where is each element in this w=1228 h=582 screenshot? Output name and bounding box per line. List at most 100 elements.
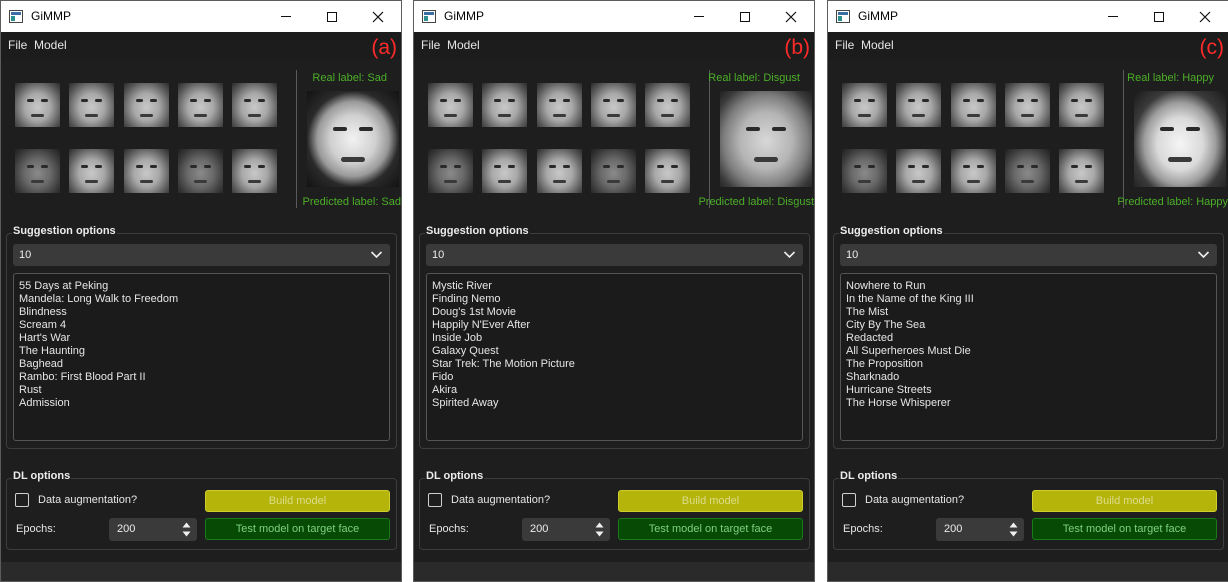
list-item[interactable]: The Mist <box>846 306 1216 319</box>
list-item[interactable]: Happily N'Ever After <box>432 319 802 332</box>
face-thumbnail[interactable] <box>842 83 887 127</box>
list-item[interactable]: Blindness <box>19 306 389 319</box>
menu-file[interactable]: File <box>835 38 854 52</box>
list-item[interactable]: The Horse Whisperer <box>846 397 1216 410</box>
face-thumbnail[interactable] <box>124 149 169 193</box>
list-item[interactable]: Galaxy Quest <box>432 345 802 358</box>
list-item[interactable]: Redacted <box>846 332 1216 345</box>
spin-down-icon[interactable] <box>1009 531 1018 537</box>
face-thumbnail[interactable] <box>15 83 60 127</box>
list-item[interactable]: Rust <box>19 384 389 397</box>
list-item[interactable]: The Haunting <box>19 345 389 358</box>
list-item[interactable]: Nowhere to Run <box>846 280 1216 293</box>
list-item[interactable]: The Proposition <box>846 358 1216 371</box>
list-item[interactable]: Finding Nemo <box>432 293 802 306</box>
face-thumbnail[interactable] <box>15 149 60 193</box>
face-thumbnail[interactable] <box>951 149 996 193</box>
face-thumbnail[interactable] <box>1059 83 1104 127</box>
face-thumbnail[interactable] <box>645 83 690 127</box>
close-button[interactable] <box>355 1 401 32</box>
maximize-button[interactable] <box>722 1 768 32</box>
face-thumbnail[interactable] <box>428 83 473 127</box>
face-thumbnail[interactable] <box>482 83 527 127</box>
face-thumbnail[interactable] <box>1005 149 1050 193</box>
test-model-button[interactable]: Test model on target face <box>205 518 390 540</box>
dropdown-value: 10 <box>846 249 859 261</box>
list-item[interactable]: Mystic River <box>432 280 802 293</box>
list-item[interactable]: 55 Days at Peking <box>19 280 389 293</box>
spin-up-icon[interactable] <box>1009 522 1018 528</box>
face-thumbnail[interactable] <box>591 83 636 127</box>
menu-model[interactable]: Model <box>447 38 480 52</box>
epochs-spinbox[interactable]: 200 <box>522 518 610 541</box>
face-thumbnail[interactable] <box>951 83 996 127</box>
maximize-button[interactable] <box>309 1 355 32</box>
list-item[interactable]: Hart's War <box>19 332 389 345</box>
menu-file[interactable]: File <box>8 38 27 52</box>
menu-model[interactable]: Model <box>34 38 67 52</box>
face-thumbnail[interactable] <box>645 149 690 193</box>
close-button[interactable] <box>1182 1 1228 32</box>
suggestion-list[interactable]: Nowhere to Run In the Name of the King II… <box>840 273 1217 441</box>
suggestion-list[interactable]: Mystic River Finding Nemo Doug's 1st Movie… <box>426 273 803 441</box>
spin-up-icon[interactable] <box>182 522 191 528</box>
list-item[interactable]: Fido <box>432 371 802 384</box>
list-item[interactable]: Spirited Away <box>432 397 802 410</box>
face-thumbnail[interactable] <box>69 149 114 193</box>
face-thumbnail[interactable] <box>842 149 887 193</box>
face-thumbnail[interactable] <box>232 83 277 127</box>
face-thumbnail[interactable] <box>178 149 223 193</box>
face-thumbnail[interactable] <box>428 149 473 193</box>
minimize-button[interactable] <box>263 1 309 32</box>
epochs-spinbox[interactable]: 200 <box>936 518 1024 541</box>
suggestion-count-dropdown[interactable]: 10 <box>426 244 803 266</box>
list-item[interactable]: Doug's 1st Movie <box>432 306 802 319</box>
face-thumbnail[interactable] <box>1059 149 1104 193</box>
list-item[interactable]: Sharknado <box>846 371 1216 384</box>
list-item[interactable]: Baghead <box>19 358 389 371</box>
face-thumbnail[interactable] <box>124 83 169 127</box>
epochs-spinbox[interactable]: 200 <box>109 518 197 541</box>
face-thumbnail[interactable] <box>591 149 636 193</box>
face-thumbnail[interactable] <box>178 83 223 127</box>
list-item[interactable]: Inside Job <box>432 332 802 345</box>
build-model-button[interactable]: Build model <box>618 490 803 512</box>
suggestion-list[interactable]: 55 Days at Peking Mandela: Long Walk to F… <box>13 273 390 441</box>
menu-file[interactable]: File <box>421 38 440 52</box>
list-item[interactable]: In the Name of the King III <box>846 293 1216 306</box>
list-item[interactable]: Akira <box>432 384 802 397</box>
close-button[interactable] <box>768 1 814 32</box>
face-thumbnail[interactable] <box>69 83 114 127</box>
maximize-button[interactable] <box>1136 1 1182 32</box>
face-thumbnail[interactable] <box>482 149 527 193</box>
spin-down-icon[interactable] <box>595 531 604 537</box>
data-augmentation-checkbox[interactable] <box>428 493 442 507</box>
list-item[interactable]: All Superheroes Must Die <box>846 345 1216 358</box>
build-model-button[interactable]: Build model <box>1032 490 1217 512</box>
face-thumbnail[interactable] <box>1005 83 1050 127</box>
list-item[interactable]: Rambo: First Blood Part II <box>19 371 389 384</box>
list-item[interactable]: Admission <box>19 397 389 410</box>
menu-model[interactable]: Model <box>861 38 894 52</box>
suggestion-count-dropdown[interactable]: 10 <box>13 244 390 266</box>
build-model-button[interactable]: Build model <box>205 490 390 512</box>
spin-down-icon[interactable] <box>182 531 191 537</box>
list-item[interactable]: Star Trek: The Motion Picture <box>432 358 802 371</box>
suggestion-count-dropdown[interactable]: 10 <box>840 244 1217 266</box>
test-model-button[interactable]: Test model on target face <box>1032 518 1217 540</box>
spin-up-icon[interactable] <box>595 522 604 528</box>
minimize-button[interactable] <box>1090 1 1136 32</box>
data-augmentation-checkbox[interactable] <box>842 493 856 507</box>
list-item[interactable]: Scream 4 <box>19 319 389 332</box>
face-thumbnail[interactable] <box>537 149 582 193</box>
list-item[interactable]: Hurricane Streets <box>846 384 1216 397</box>
list-item[interactable]: City By The Sea <box>846 319 1216 332</box>
face-thumbnail[interactable] <box>896 83 941 127</box>
face-thumbnail[interactable] <box>232 149 277 193</box>
list-item[interactable]: Mandela: Long Walk to Freedom <box>19 293 389 306</box>
test-model-button[interactable]: Test model on target face <box>618 518 803 540</box>
face-thumbnail[interactable] <box>896 149 941 193</box>
minimize-button[interactable] <box>676 1 722 32</box>
face-thumbnail[interactable] <box>537 83 582 127</box>
data-augmentation-checkbox[interactable] <box>15 493 29 507</box>
